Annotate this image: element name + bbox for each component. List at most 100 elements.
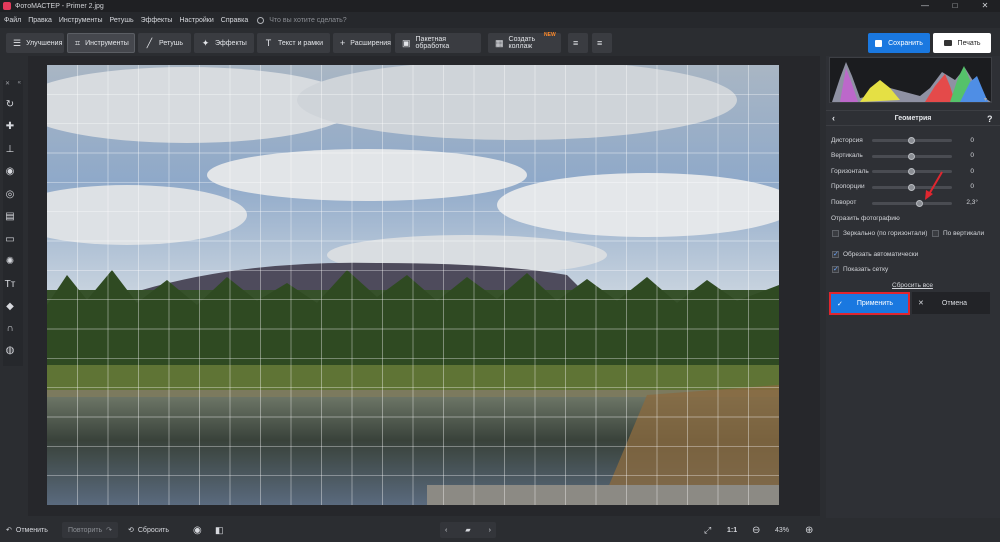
- select-icon[interactable]: ◎: [3, 188, 17, 202]
- menu-settings[interactable]: Настройки: [179, 17, 213, 24]
- menu-file[interactable]: Файл: [4, 17, 21, 24]
- close-panel-icon[interactable]: ✕: [5, 80, 10, 90]
- menu-bar: Файл Правка Инструменты Ретушь Эффекты Н…: [0, 12, 1000, 28]
- tab-text-frames[interactable]: T Текст и рамки: [257, 33, 330, 53]
- tab-label: Улучшения: [26, 39, 63, 47]
- stamp-icon[interactable]: ⊥: [3, 143, 17, 157]
- slider-value: 2,3°: [966, 199, 978, 206]
- batch-processing-button[interactable]: ▣ Пакетная обработка: [395, 33, 481, 53]
- magnet-icon[interactable]: ∩: [3, 322, 17, 336]
- tab-label: Инструменты: [85, 39, 129, 47]
- list-settings-icon: ≡: [597, 37, 603, 48]
- tab-extensions[interactable]: + Расширения: [333, 33, 391, 53]
- crop-rotate-icon[interactable]: ↻: [3, 98, 17, 112]
- folder-icon[interactable]: ▰: [465, 526, 470, 534]
- next-image-icon[interactable]: ›: [489, 527, 491, 534]
- reset-all-link[interactable]: Сбросить все: [892, 282, 933, 289]
- reset-icon: ⟲: [128, 527, 134, 534]
- slider-label-horizontal: Горизонталь: [831, 168, 869, 175]
- collage-icon: ▦: [495, 37, 504, 48]
- histogram: [829, 57, 992, 103]
- mirror-heading: Отразить фотографию: [831, 215, 900, 222]
- app-logo-icon: [3, 2, 11, 10]
- vignette-icon[interactable]: ▭: [3, 233, 17, 247]
- slider-value: 0: [970, 168, 974, 175]
- crop-icon: ⌗: [75, 37, 81, 48]
- redo-button[interactable]: Повторить ↷: [62, 522, 119, 538]
- tab-enhancements[interactable]: ☰ Улучшения: [6, 33, 64, 53]
- slider-value: 0: [970, 137, 974, 144]
- menu-edit[interactable]: Правка: [28, 17, 52, 24]
- preview-eye-icon[interactable]: ◉: [193, 522, 202, 538]
- collapse-icon[interactable]: «: [18, 80, 21, 90]
- title-bar: ФотоМАСТЕР - Primer 2.jpg — □ ✕: [0, 0, 1000, 12]
- cancel-label: Отмена: [941, 299, 967, 307]
- menu-help[interactable]: Справка: [221, 17, 248, 24]
- light-icon[interactable]: ✺: [3, 255, 17, 269]
- mirror-vertical-checkbox[interactable]: [932, 230, 939, 237]
- mirror-horizontal-checkbox[interactable]: [832, 230, 839, 237]
- zoom-in-icon[interactable]: ⊕: [805, 522, 813, 538]
- batch-label: Пакетная обработка: [415, 36, 450, 50]
- minimize-button[interactable]: —: [910, 0, 940, 12]
- slider-knob[interactable]: [908, 184, 915, 191]
- menu-search[interactable]: Что вы хотите сделать?: [257, 16, 347, 24]
- cancel-button[interactable]: ✕ Отмена: [912, 292, 990, 314]
- slider-knob[interactable]: [908, 153, 915, 160]
- slider-label-proportions: Пропорции: [831, 183, 865, 190]
- slider-knob[interactable]: [908, 168, 915, 175]
- menu-retouch[interactable]: Ретушь: [110, 17, 134, 24]
- tab-label: Ретушь: [159, 39, 184, 47]
- slider-vertical[interactable]: [872, 153, 952, 160]
- gradient-icon[interactable]: ▤: [3, 210, 17, 224]
- plus-icon: +: [340, 37, 346, 48]
- prev-image-icon[interactable]: ‹: [445, 527, 447, 534]
- print-button[interactable]: Печать: [933, 33, 991, 53]
- slider-rotation[interactable]: [872, 200, 952, 207]
- save-button[interactable]: Сохранить: [868, 33, 930, 53]
- fill-icon[interactable]: ◆: [3, 300, 17, 314]
- healing-icon[interactable]: ✚: [3, 120, 17, 134]
- help-icon[interactable]: ?: [987, 114, 993, 124]
- new-badge: NEW: [544, 32, 556, 38]
- tab-effects[interactable]: ✦ Эффекты: [194, 33, 254, 53]
- close-window-button[interactable]: ✕: [970, 0, 1000, 12]
- histogram-menu-icon[interactable]: ▾: [984, 96, 987, 103]
- target-icon[interactable]: ◉: [3, 165, 17, 179]
- mirror-vertical-label: По вертикали: [943, 230, 985, 237]
- slider-value: 0: [970, 183, 974, 190]
- fit-screen-icon[interactable]: ⤢: [704, 522, 711, 538]
- text-icon[interactable]: Tт: [3, 278, 17, 292]
- list-add-icon: ≡: [573, 37, 579, 48]
- tab-retouch[interactable]: ╱ Ретушь: [138, 33, 191, 53]
- maximize-button[interactable]: □: [940, 0, 970, 12]
- reset-label: Сбросить: [137, 526, 169, 534]
- slider-label-distortion: Дисторсия: [831, 137, 863, 144]
- menu-tools[interactable]: Инструменты: [59, 17, 103, 24]
- search-placeholder: Что вы хотите сделать?: [269, 16, 347, 24]
- photo-canvas[interactable]: [47, 65, 779, 505]
- auto-crop-checkbox[interactable]: [832, 250, 839, 258]
- redo-icon: ↷: [106, 527, 113, 534]
- menu-effects[interactable]: Эффекты: [141, 17, 173, 24]
- compare-icon[interactable]: ◧: [215, 522, 224, 538]
- tab-tools[interactable]: ⌗ Инструменты: [67, 33, 135, 53]
- search-icon: [257, 16, 265, 24]
- brush-icon: ╱: [146, 37, 153, 48]
- panel-title: Геометрия: [894, 115, 932, 122]
- zoom-out-icon[interactable]: ⊖: [752, 522, 760, 538]
- window-title: ФотоМАСТЕР - Primer 2.jpg: [15, 2, 104, 10]
- undo-button[interactable]: ↶ Отменить: [6, 522, 48, 538]
- slider-knob[interactable]: [908, 137, 915, 144]
- globe-icon[interactable]: ◍: [3, 344, 17, 358]
- queue-settings-button[interactable]: ≡: [592, 33, 612, 53]
- actual-size-button[interactable]: 1:1: [727, 522, 737, 538]
- panel-header: ‹ Геометрия ?: [826, 110, 1000, 126]
- queue-add-button[interactable]: ≡: [568, 33, 588, 53]
- apply-button[interactable]: ✓ Применить: [829, 292, 910, 315]
- save-icon: [875, 39, 883, 47]
- show-grid-checkbox[interactable]: [832, 265, 839, 273]
- reset-button[interactable]: ⟲ Сбросить: [128, 522, 169, 538]
- slider-distortion[interactable]: [872, 137, 952, 144]
- tab-label: Эффекты: [215, 39, 247, 47]
